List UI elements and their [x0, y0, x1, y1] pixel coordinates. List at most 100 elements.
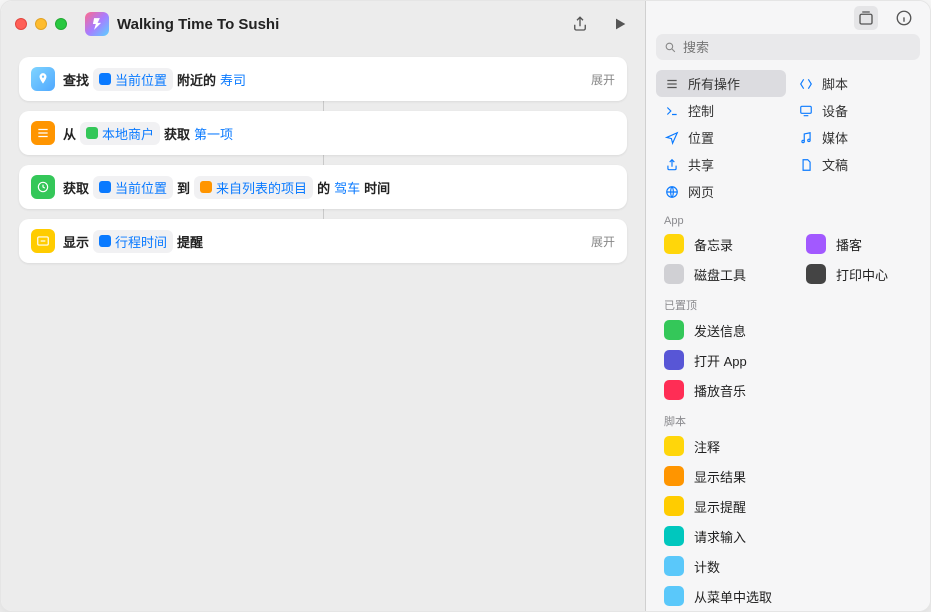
- item-icon: [664, 586, 684, 606]
- action-body: 显示行程时间提醒: [63, 230, 575, 253]
- section-items: 发送信息打开 App 播放音乐: [646, 315, 930, 405]
- action-body: 从本地商户获取第一项: [63, 122, 615, 145]
- list-icon: [664, 76, 680, 92]
- pill-icon: [99, 235, 111, 247]
- item-label: 发送信息: [694, 321, 746, 340]
- sidebar: 所有操作脚本控制设备位置媒体共享文稿网页 App备忘录播客磁盘工具打印中心已置顶…: [646, 1, 930, 611]
- item-label: 计数: [694, 557, 720, 576]
- section-heading: 脚本: [646, 405, 930, 431]
- item-label: 播客: [836, 235, 862, 254]
- search-icon: [664, 41, 677, 54]
- share-button[interactable]: [569, 13, 591, 35]
- category-item[interactable]: 文稿: [790, 151, 920, 178]
- info-button[interactable]: [892, 6, 916, 30]
- list-item[interactable]: 备忘录: [646, 229, 788, 259]
- item-icon: [664, 264, 684, 284]
- list-item[interactable]: 注释: [646, 431, 930, 461]
- zoom-window-button[interactable]: [55, 18, 67, 30]
- minimize-window-button[interactable]: [35, 18, 47, 30]
- web-icon: [664, 184, 680, 200]
- action-card[interactable]: 获取当前位置到来自列表的项目的驾车时间: [19, 165, 627, 209]
- list-item[interactable]: 从菜单中选取: [646, 581, 930, 611]
- category-item[interactable]: 所有操作: [656, 70, 786, 97]
- variable-pill[interactable]: 本地商户: [80, 122, 160, 145]
- clock-icon: [31, 175, 55, 199]
- close-window-button[interactable]: [15, 18, 27, 30]
- action-card[interactable]: 显示行程时间提醒展开: [19, 219, 627, 263]
- item-icon: [806, 264, 826, 284]
- maps-icon: [31, 67, 55, 91]
- item-label: 注释: [694, 437, 720, 456]
- category-item[interactable]: 媒体: [790, 124, 920, 151]
- search-input[interactable]: [683, 40, 912, 55]
- search-field[interactable]: [656, 34, 920, 60]
- list-item[interactable]: 计数: [646, 551, 930, 581]
- list-item[interactable]: 打开 App: [646, 345, 930, 375]
- item-icon: [664, 320, 684, 340]
- list-item[interactable]: 磁盘工具: [646, 259, 788, 289]
- category-label: 脚本: [822, 74, 848, 93]
- category-item[interactable]: 设备: [790, 97, 920, 124]
- category-item[interactable]: 网页: [656, 178, 786, 205]
- app-window: Walking Time To Sushi 查找当前位置附近的寿司展开从本地商户…: [0, 0, 931, 612]
- page-title: Walking Time To Sushi: [117, 16, 561, 33]
- category-label: 设备: [822, 101, 848, 120]
- section-items: 备忘录 播客磁盘工具 打印中心: [646, 229, 930, 289]
- category-grid: 所有操作 脚本控制 设备位置 媒体共享文稿网页: [646, 66, 930, 207]
- parameter-token[interactable]: 第一项: [194, 124, 233, 143]
- list-item[interactable]: 请求输入: [646, 521, 930, 551]
- pill-icon: [99, 73, 111, 85]
- item-label: 备忘录: [694, 235, 733, 254]
- category-label: 媒体: [822, 128, 848, 147]
- action-text: 获取: [63, 178, 89, 197]
- category-item[interactable]: 控制: [656, 97, 786, 124]
- list-item[interactable]: 显示提醒: [646, 491, 930, 521]
- variable-pill[interactable]: 当前位置: [93, 68, 173, 91]
- action-text: 的: [317, 178, 330, 197]
- pill-icon: [99, 181, 111, 193]
- action-text: 显示: [63, 232, 89, 251]
- item-label: 播放音乐: [694, 381, 746, 400]
- action-text: 到: [177, 178, 190, 197]
- control-icon: [664, 103, 680, 119]
- expand-button[interactable]: 展开: [591, 71, 615, 88]
- pill-icon: [200, 181, 212, 193]
- item-icon: [664, 380, 684, 400]
- category-item[interactable]: 共享: [656, 151, 786, 178]
- variable-pill[interactable]: 行程时间: [93, 230, 173, 253]
- section-items: 注释显示结果显示提醒请求输入计数从菜单中选取: [646, 431, 930, 611]
- library-button[interactable]: [854, 6, 878, 30]
- variable-pill[interactable]: 来自列表的项目: [194, 176, 313, 199]
- item-icon: [806, 234, 826, 254]
- list-item[interactable]: 播客: [788, 229, 930, 259]
- list-item[interactable]: 发送信息: [646, 315, 930, 345]
- action-text: 附近的: [177, 70, 216, 89]
- action-card[interactable]: 从本地商户获取第一项: [19, 111, 627, 155]
- action-text: 从: [63, 124, 76, 143]
- category-item[interactable]: 位置: [656, 124, 786, 151]
- run-button[interactable]: [609, 13, 631, 35]
- location-icon: [664, 130, 680, 146]
- parameter-token[interactable]: 寿司: [220, 70, 246, 89]
- list-item[interactable]: 打印中心: [788, 259, 930, 289]
- list-item[interactable]: 播放音乐: [646, 375, 930, 405]
- list-item[interactable]: 显示结果: [646, 461, 930, 491]
- item-icon: [664, 496, 684, 516]
- item-label: 打开 App: [694, 351, 747, 370]
- category-label: 网页: [688, 182, 714, 201]
- action-card[interactable]: 查找当前位置附近的寿司展开: [19, 57, 627, 101]
- action-text: 获取: [164, 124, 190, 143]
- action-body: 获取当前位置到来自列表的项目的驾车时间: [63, 176, 615, 199]
- action-text: 时间: [364, 178, 390, 197]
- item-icon: [664, 436, 684, 456]
- item-label: 打印中心: [836, 265, 888, 284]
- variable-pill[interactable]: 当前位置: [93, 176, 173, 199]
- parameter-token[interactable]: 驾车: [334, 178, 360, 197]
- item-label: 从菜单中选取: [694, 587, 772, 606]
- item-label: 请求输入: [694, 527, 746, 546]
- item-icon: [664, 466, 684, 486]
- expand-button[interactable]: 展开: [591, 233, 615, 250]
- script-icon: [798, 76, 814, 92]
- category-item[interactable]: 脚本: [790, 70, 920, 97]
- section-heading: App: [646, 207, 930, 229]
